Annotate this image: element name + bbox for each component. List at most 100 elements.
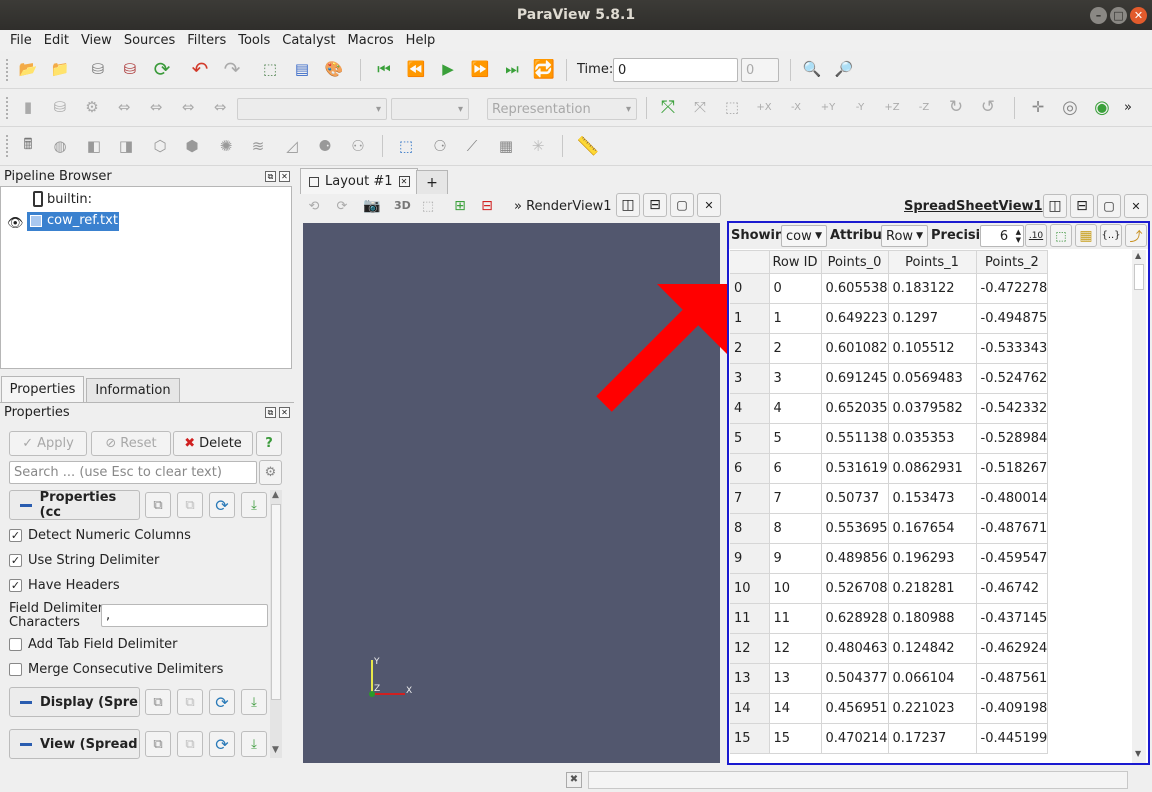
column-header[interactable]: Points_1 — [887, 250, 977, 274]
scroll-up-icon[interactable]: ▲ — [272, 490, 279, 500]
refresh-icon[interactable]: ⟳ — [209, 731, 235, 757]
tab-layout-1[interactable]: Layout #1 ✕ — [300, 168, 418, 194]
extract-level-icon[interactable]: ⚇ — [346, 134, 370, 158]
table-cell[interactable]: 0.124842 — [887, 633, 977, 664]
table-cell[interactable]: 0.221023 — [887, 693, 977, 724]
checkbox-add-tab[interactable] — [9, 638, 22, 651]
table-cell[interactable]: 0.489856 — [820, 543, 889, 574]
menu-view[interactable]: View — [75, 33, 118, 48]
table-cell[interactable]: 0.183122 — [887, 273, 977, 304]
table-cell[interactable]: 9 — [768, 543, 822, 574]
table-cell[interactable]: -0.524762 — [975, 363, 1049, 394]
copy-icon[interactable]: ⧉ — [145, 492, 171, 518]
table-cell[interactable]: -0.445199 — [975, 723, 1049, 754]
table-cell[interactable]: 6 — [768, 453, 822, 484]
table-cell[interactable]: 0.180988 — [887, 603, 977, 634]
properties-scrollbar[interactable]: ▲ ▼ — [270, 490, 282, 758]
table-row[interactable]: 11 11 0.628928 0.180988 -0.437145 — [730, 603, 1049, 634]
extract-subset-icon[interactable]: ⬢ — [180, 134, 204, 158]
menu-file[interactable]: File — [4, 33, 38, 48]
table-cell[interactable]: -0.459547 — [975, 543, 1049, 574]
zoom-box-icon[interactable]: 🔎 — [832, 57, 856, 81]
save-default-icon[interactable]: ⤓ — [241, 731, 267, 757]
redo-icon[interactable]: ↷ — [220, 57, 244, 81]
undock-icon[interactable]: ⧉ — [265, 407, 276, 418]
save-data-icon[interactable]: ⬚ — [258, 57, 282, 81]
close-progress-icon[interactable]: ✖ — [566, 772, 582, 788]
table-cell[interactable]: 0.605538 — [820, 273, 889, 304]
view-plus-y-icon[interactable]: +Y — [816, 95, 840, 119]
last-frame-icon[interactable]: ⏭ — [500, 57, 524, 81]
cell-connectivity-icon[interactable]: {..} — [1100, 224, 1122, 247]
table-cell[interactable]: -0.437145 — [975, 603, 1049, 634]
help-button[interactable]: ? — [256, 431, 282, 456]
export-spreadsheet-icon[interactable]: ⤴ — [1125, 224, 1147, 247]
menu-catalyst[interactable]: Catalyst — [276, 33, 341, 48]
apply-button[interactable]: ✓ Apply — [9, 431, 87, 456]
screenshot-icon[interactable]: 📷 — [360, 194, 384, 218]
save-default-icon[interactable]: ⤓ — [241, 689, 267, 715]
clip-icon[interactable]: ◧ — [82, 134, 106, 158]
rotation-center-icon[interactable]: ◉ — [1090, 95, 1114, 119]
showing-select[interactable]: cow ▼ — [781, 225, 827, 247]
rotate-plus-90-icon[interactable]: ↻ — [944, 95, 968, 119]
table-row[interactable]: 7 7 0.50737 0.153473 -0.480014 — [730, 483, 1049, 514]
minimize-icon[interactable]: – — [1090, 7, 1107, 24]
plot-data-icon[interactable]: ▦ — [494, 134, 518, 158]
table-cell[interactable]: 0.652035 — [820, 393, 889, 424]
pipeline-item-selected[interactable]: cow_ref.txt — [27, 212, 119, 231]
menu-macros[interactable]: Macros — [342, 33, 400, 48]
refresh-icon[interactable]: ⟳ — [209, 689, 235, 715]
row-header[interactable]: 15 — [730, 723, 770, 754]
table-cell[interactable]: 3 — [768, 363, 822, 394]
copy-icon[interactable]: ⧉ — [145, 689, 171, 715]
table-row[interactable]: 4 4 0.652035 0.0379582 -0.542332 — [730, 393, 1049, 424]
warp-vector-icon[interactable]: ◿ — [280, 134, 304, 158]
table-cell[interactable]: 0.649223 — [820, 303, 889, 334]
table-row[interactable]: 0 0 0.605538 0.183122 -0.472278 — [730, 273, 1049, 304]
scroll-down-icon[interactable]: ▼ — [272, 745, 279, 755]
extract-selection-icon[interactable]: ⬚ — [394, 134, 418, 158]
row-header[interactable]: 11 — [730, 603, 770, 634]
table-cell[interactable]: -0.494875 — [975, 303, 1049, 334]
plot-over-line-icon[interactable]: ⟋ — [460, 134, 484, 158]
view-plus-x-icon[interactable]: +X — [752, 95, 776, 119]
checkbox-merge-delimiters[interactable] — [9, 663, 22, 676]
slice-icon[interactable]: ◨ — [114, 134, 138, 158]
spreadsheet-view[interactable]: Showin cow ▼ Attribu Row ▼ Precisi 6 ▲ ▼ .10… — [727, 221, 1150, 765]
close-icon[interactable]: ✕ — [1130, 7, 1147, 24]
toggle-columns-icon[interactable]: ▦ — [1075, 224, 1097, 247]
split-horizontal-icon[interactable]: ◫ — [616, 193, 640, 217]
properties-section-toggle[interactable]: Properties (cc — [9, 490, 140, 520]
table-cell[interactable]: 0.551138 — [820, 423, 889, 454]
view-minus-x-icon[interactable]: -X — [784, 95, 808, 119]
toolbar-overflow-icon[interactable]: » — [1116, 95, 1140, 119]
stream-tracer-icon[interactable]: ≋ — [246, 134, 270, 158]
glyph-icon[interactable]: ✺ — [214, 134, 238, 158]
table-cell[interactable]: -0.46742 — [975, 573, 1049, 604]
table-cell[interactable]: 0.1297 — [887, 303, 977, 334]
table-row[interactable]: 6 6 0.531619 0.0862931 -0.518267 — [730, 453, 1049, 484]
menu-tools[interactable]: Tools — [232, 33, 276, 48]
connect-icon[interactable]: ⛁ — [86, 57, 110, 81]
tab-information[interactable]: Information — [86, 378, 180, 402]
rescale-temporal-icon[interactable]: ⇔ — [176, 95, 200, 119]
copy-icon[interactable]: ⧉ — [145, 731, 171, 757]
table-cell[interactable]: 0.0569483 — [887, 363, 977, 394]
loop-icon[interactable]: 🔁 — [532, 57, 556, 81]
maximize-view-icon[interactable]: ▢ — [1097, 194, 1121, 218]
column-header[interactable]: Points_0 — [820, 250, 889, 274]
reset-camera-closest-icon[interactable]: ⤧ — [688, 95, 712, 119]
table-cell[interactable]: 0.504377 — [820, 663, 889, 694]
toolbar-grip[interactable] — [6, 135, 10, 157]
scroll-up-icon[interactable]: ▲ — [1135, 251, 1141, 260]
zoom-to-box-icon[interactable]: ⬚ — [720, 95, 744, 119]
fixed-representation-button[interactable]: .10 — [1025, 224, 1047, 247]
table-cell[interactable]: 0.17237 — [887, 723, 977, 754]
toolbar-grip[interactable] — [6, 59, 10, 81]
table-cell[interactable]: -0.533343 — [975, 333, 1049, 364]
disconnect-icon[interactable]: ⛁ — [118, 57, 142, 81]
table-cell[interactable]: 0.526708 — [820, 573, 889, 604]
table-cell[interactable]: -0.409198 — [975, 693, 1049, 724]
close-view-icon[interactable]: ✕ — [1124, 194, 1148, 218]
